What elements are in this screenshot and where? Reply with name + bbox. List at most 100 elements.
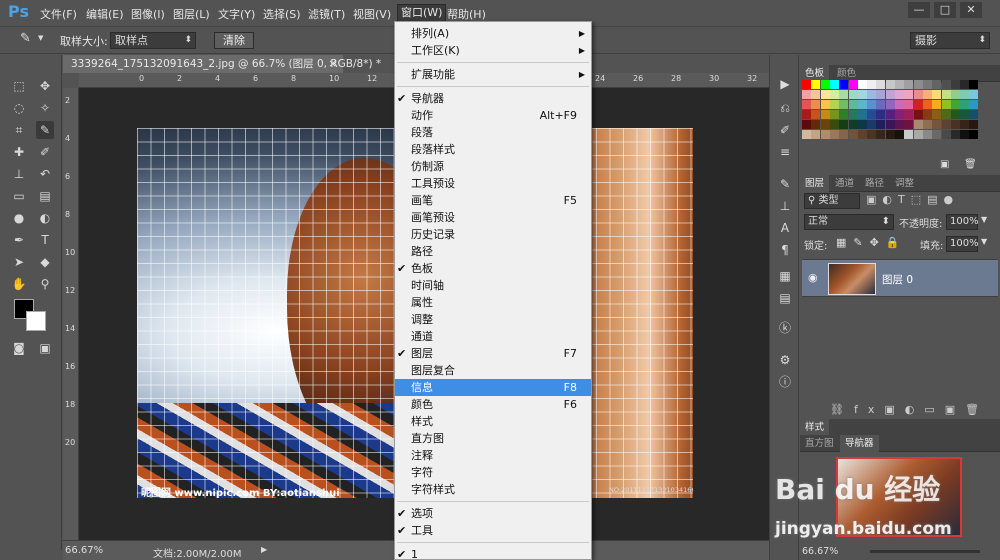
zoom-tool-icon[interactable]: ⚲ bbox=[36, 275, 54, 293]
color-swatch[interactable] bbox=[839, 90, 849, 99]
close-window-button[interactable]: ✕ bbox=[960, 2, 982, 18]
zoom-level[interactable]: 66.67% bbox=[65, 545, 103, 556]
color-swatch[interactable] bbox=[922, 90, 932, 99]
color-swatch[interactable] bbox=[820, 110, 830, 119]
menu-item[interactable]: 文字(Y) bbox=[218, 6, 255, 22]
window-menu-item[interactable]: 注释 bbox=[395, 447, 591, 464]
color-swatch[interactable] bbox=[839, 80, 849, 89]
window-menu-item[interactable]: ✔ 1 3339264_175132091643_2.jpg bbox=[395, 546, 591, 560]
trash-icon[interactable]: 🗑 bbox=[964, 159, 977, 170]
window-menu-item[interactable]: 字符 bbox=[395, 464, 591, 481]
color-swatch[interactable] bbox=[876, 130, 886, 139]
color-swatch[interactable] bbox=[867, 80, 877, 89]
tab-styles[interactable]: 样式 bbox=[800, 419, 830, 436]
clone-source-icon[interactable]: ⊥ bbox=[776, 197, 794, 215]
tab-histogram[interactable]: 直方图 bbox=[800, 435, 839, 452]
color-swatch[interactable] bbox=[867, 120, 877, 129]
color-swatch[interactable] bbox=[811, 120, 821, 129]
color-swatch[interactable] bbox=[932, 80, 942, 89]
color-swatch[interactable] bbox=[857, 120, 867, 129]
gradient-tool-icon[interactable]: ▤ bbox=[36, 187, 54, 205]
color-swatch[interactable] bbox=[895, 80, 904, 89]
history-brush-icon[interactable]: ↶ bbox=[36, 165, 54, 183]
window-menu-item[interactable]: 动作 Alt+F9 bbox=[395, 107, 591, 124]
color-swatch[interactable] bbox=[904, 120, 914, 129]
color-swatch[interactable] bbox=[867, 130, 877, 139]
window-menu-item[interactable]: 段落样式 bbox=[395, 141, 591, 158]
color-swatch[interactable] bbox=[969, 130, 979, 139]
color-swatch[interactable] bbox=[969, 120, 979, 129]
window-menu-item[interactable]: ✔ 选项 bbox=[395, 505, 591, 522]
color-swatch[interactable] bbox=[932, 90, 942, 99]
window-menu-item[interactable]: 时间轴 bbox=[395, 277, 591, 294]
color-swatch[interactable] bbox=[839, 130, 849, 139]
color-swatch[interactable] bbox=[922, 120, 932, 129]
info-icon[interactable]: ⓘ bbox=[776, 373, 794, 391]
visibility-eye-icon[interactable]: ◉ bbox=[808, 271, 818, 284]
color-swatch[interactable] bbox=[932, 110, 942, 119]
color-swatch[interactable] bbox=[885, 80, 895, 89]
color-swatch[interactable] bbox=[857, 130, 867, 139]
window-menu-item[interactable]: 字符样式 bbox=[395, 481, 591, 498]
color-swatch[interactable] bbox=[904, 80, 914, 89]
history-panel-icon[interactable]: ⎌ bbox=[776, 99, 794, 117]
color-swatch[interactable] bbox=[885, 130, 895, 139]
background-color-swatch[interactable] bbox=[26, 311, 46, 331]
color-swatch[interactable] bbox=[960, 120, 970, 129]
sample-size-select[interactable]: 取样点 ⬍ bbox=[110, 32, 196, 49]
eyedropper-icon[interactable]: ✎ bbox=[20, 31, 31, 46]
color-swatch[interactable] bbox=[960, 130, 970, 139]
eraser-tool-icon[interactable]: ▭ bbox=[10, 187, 28, 205]
color-swatch[interactable] bbox=[848, 90, 858, 99]
eyedropper-tool-icon[interactable]: ✎ bbox=[36, 121, 54, 139]
color-swatch[interactable] bbox=[802, 100, 811, 109]
color-swatch[interactable] bbox=[913, 120, 923, 129]
menu-item[interactable]: 图层(L) bbox=[173, 6, 210, 22]
color-swatch[interactable] bbox=[950, 130, 960, 139]
color-swatch[interactable] bbox=[932, 120, 942, 129]
opacity-input[interactable]: 100% bbox=[946, 214, 979, 230]
color-swatch[interactable] bbox=[904, 100, 914, 109]
color-swatch[interactable] bbox=[857, 100, 867, 109]
clone-stamp-icon[interactable]: ⊥ bbox=[10, 165, 28, 183]
color-swatch[interactable] bbox=[876, 120, 886, 129]
color-swatch[interactable] bbox=[895, 90, 904, 99]
color-swatch[interactable] bbox=[829, 100, 839, 109]
window-menu-item[interactable]: 直方图 bbox=[395, 430, 591, 447]
path-selection-icon[interactable]: ➤ bbox=[10, 253, 28, 271]
window-menu-item[interactable]: 仿制源 bbox=[395, 158, 591, 175]
blend-mode-select[interactable]: 正常 ⬍ bbox=[804, 214, 894, 230]
color-swatch[interactable] bbox=[857, 110, 867, 119]
color-swatch[interactable] bbox=[941, 90, 951, 99]
window-menu-item[interactable]: ✔ 工具 bbox=[395, 522, 591, 539]
color-swatch[interactable] bbox=[941, 80, 951, 89]
window-menu-item[interactable]: 样式 bbox=[395, 413, 591, 430]
lasso-tool-icon[interactable]: ◌ bbox=[10, 99, 28, 117]
paragraph-panel-icon[interactable]: ¶ bbox=[776, 241, 794, 259]
color-swatch[interactable] bbox=[941, 120, 951, 129]
color-swatch[interactable] bbox=[820, 120, 830, 129]
lock-icons[interactable]: ▦✎✥🔒 bbox=[836, 236, 907, 249]
color-swatch[interactable] bbox=[922, 80, 932, 89]
color-swatch[interactable] bbox=[876, 110, 886, 119]
color-swatch[interactable] bbox=[960, 100, 970, 109]
color-swatch[interactable] bbox=[950, 110, 960, 119]
color-swatch[interactable] bbox=[867, 100, 877, 109]
workspace-select[interactable]: 摄影 ⬍ bbox=[910, 32, 990, 49]
tab-channels[interactable]: 通道 bbox=[830, 175, 859, 192]
color-swatch[interactable] bbox=[802, 80, 811, 89]
menu-item[interactable]: 视图(V) bbox=[353, 6, 391, 22]
window-menu-item[interactable]: 历史记录 bbox=[395, 226, 591, 243]
new-swatch-icon[interactable]: ▣ bbox=[940, 159, 949, 170]
color-swatch[interactable] bbox=[857, 80, 867, 89]
menu-item[interactable]: 窗口(W) bbox=[396, 4, 447, 22]
layer-filter-icons[interactable]: ▣◐T⬚▤● bbox=[866, 193, 996, 206]
status-menu-arrow[interactable]: ▶ bbox=[261, 545, 267, 554]
color-swatch[interactable] bbox=[839, 100, 849, 109]
fill-dropdown-icon[interactable]: ▼ bbox=[981, 237, 987, 246]
color-swatch[interactable] bbox=[811, 110, 821, 119]
color-swatch[interactable] bbox=[885, 90, 895, 99]
tool-presets-icon[interactable]: ✎ bbox=[776, 175, 794, 193]
color-swatch[interactable] bbox=[876, 90, 886, 99]
color-swatch[interactable] bbox=[913, 130, 923, 139]
